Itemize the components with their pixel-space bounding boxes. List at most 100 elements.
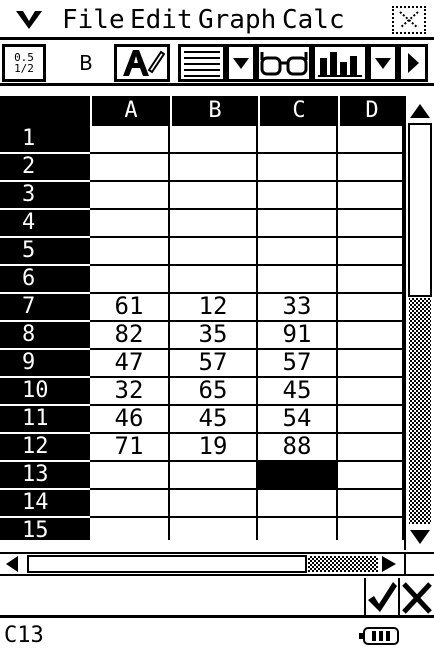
column-header-d[interactable]: D: [338, 96, 404, 126]
cell-d1[interactable]: [338, 126, 404, 154]
row-header-2[interactable]: 2: [0, 154, 90, 182]
cell-a4[interactable]: [90, 210, 170, 238]
cell-c1[interactable]: [258, 126, 338, 154]
cell-a2[interactable]: [90, 154, 170, 182]
row-header-6[interactable]: 6: [0, 266, 90, 294]
row-header-9[interactable]: 9: [0, 350, 90, 378]
cell-a5[interactable]: [90, 238, 170, 266]
row-header-15[interactable]: 15: [0, 518, 90, 540]
row-header-7[interactable]: 7: [0, 294, 90, 322]
cell-d15[interactable]: [338, 518, 404, 540]
cell-a15[interactable]: [90, 518, 170, 540]
cell-c8[interactable]: 91: [258, 322, 338, 350]
cell-a10[interactable]: 32: [90, 378, 170, 406]
graph-type-button[interactable]: [312, 44, 368, 82]
close-icon[interactable]: [392, 6, 426, 34]
column-header-a[interactable]: A: [90, 96, 170, 126]
cell-a6[interactable]: [90, 266, 170, 294]
cell-c11[interactable]: 54: [258, 406, 338, 434]
cell-a13[interactable]: [90, 462, 170, 490]
cell-c6[interactable]: [258, 266, 338, 294]
vertical-scrollbar[interactable]: [404, 96, 432, 550]
cell-d14[interactable]: [338, 490, 404, 518]
fraction-toggle-button[interactable]: 0.5 1/2: [2, 44, 46, 82]
cell-c10[interactable]: 45: [258, 378, 338, 406]
menu-graph[interactable]: Graph: [198, 3, 276, 37]
cell-d4[interactable]: [338, 210, 404, 238]
column-header-b[interactable]: B: [170, 96, 258, 126]
cell-d2[interactable]: [338, 154, 404, 182]
cell-d6[interactable]: [338, 266, 404, 294]
cell-a3[interactable]: [90, 182, 170, 210]
graph-type-dropdown-button[interactable]: [368, 44, 398, 82]
cell-c15[interactable]: [258, 518, 338, 540]
cell-c7[interactable]: 33: [258, 294, 338, 322]
cell-d8[interactable]: [338, 322, 404, 350]
row-header-12[interactable]: 12: [0, 434, 90, 462]
row-header-4[interactable]: 4: [0, 210, 90, 238]
alignment-dropdown-button[interactable]: [226, 44, 256, 82]
cell-d13[interactable]: [338, 462, 404, 490]
cell-c9[interactable]: 57: [258, 350, 338, 378]
row-header-10[interactable]: 10: [0, 378, 90, 406]
cell-c14[interactable]: [258, 490, 338, 518]
cell-b13[interactable]: [170, 462, 258, 490]
cell-b9[interactable]: 57: [170, 350, 258, 378]
row-header-1[interactable]: 1: [0, 126, 90, 154]
cell-b14[interactable]: [170, 490, 258, 518]
cell-d7[interactable]: [338, 294, 404, 322]
column-header-c[interactable]: C: [258, 96, 338, 126]
cell-a1[interactable]: [90, 126, 170, 154]
cell-d3[interactable]: [338, 182, 404, 210]
cell-a9[interactable]: 47: [90, 350, 170, 378]
cell-a8[interactable]: 82: [90, 322, 170, 350]
toolbar-next-button[interactable]: [398, 44, 428, 82]
cell-b15[interactable]: [170, 518, 258, 540]
alignment-button[interactable]: [178, 44, 226, 82]
cell-a12[interactable]: 71: [90, 434, 170, 462]
row-header-8[interactable]: 8: [0, 322, 90, 350]
cell-b5[interactable]: [170, 238, 258, 266]
cell-a11[interactable]: 46: [90, 406, 170, 434]
horizontal-scrollbar[interactable]: [0, 552, 404, 576]
cell-c3[interactable]: [258, 182, 338, 210]
cell-d5[interactable]: [338, 238, 404, 266]
cell-d9[interactable]: [338, 350, 404, 378]
cell-c12[interactable]: 88: [258, 434, 338, 462]
text-format-button[interactable]: [114, 44, 170, 82]
cell-a14[interactable]: [90, 490, 170, 518]
cancel-button[interactable]: [398, 578, 434, 618]
cell-d11[interactable]: [338, 406, 404, 434]
row-header-3[interactable]: 3: [0, 182, 90, 210]
cell-d10[interactable]: [338, 378, 404, 406]
bold-button[interactable]: B: [62, 44, 110, 82]
view-glasses-button[interactable]: [256, 44, 312, 82]
grid-corner[interactable]: [0, 96, 90, 126]
cell-b7[interactable]: 12: [170, 294, 258, 322]
cell-c2[interactable]: [258, 154, 338, 182]
cell-c13[interactable]: [258, 462, 338, 490]
cell-a7[interactable]: 61: [90, 294, 170, 322]
row-header-11[interactable]: 11: [0, 406, 90, 434]
row-header-5[interactable]: 5: [0, 238, 90, 266]
menu-calc[interactable]: Calc: [282, 3, 345, 37]
cell-d12[interactable]: [338, 434, 404, 462]
menu-file[interactable]: File: [62, 3, 125, 37]
cell-b8[interactable]: 35: [170, 322, 258, 350]
confirm-button[interactable]: [364, 578, 398, 618]
cell-b6[interactable]: [170, 266, 258, 294]
cell-c5[interactable]: [258, 238, 338, 266]
row-header-14[interactable]: 14: [0, 490, 90, 518]
entry-input[interactable]: [0, 578, 364, 618]
cell-b10[interactable]: 65: [170, 378, 258, 406]
row-header-13[interactable]: 13: [0, 462, 90, 490]
cell-b3[interactable]: [170, 182, 258, 210]
cell-b2[interactable]: [170, 154, 258, 182]
cell-b4[interactable]: [170, 210, 258, 238]
cell-b12[interactable]: 19: [170, 434, 258, 462]
cell-b11[interactable]: 45: [170, 406, 258, 434]
cell-c4[interactable]: [258, 210, 338, 238]
menu-dropdown-icon[interactable]: [14, 7, 44, 31]
cell-b1[interactable]: [170, 126, 258, 154]
menu-edit[interactable]: Edit: [130, 3, 193, 37]
